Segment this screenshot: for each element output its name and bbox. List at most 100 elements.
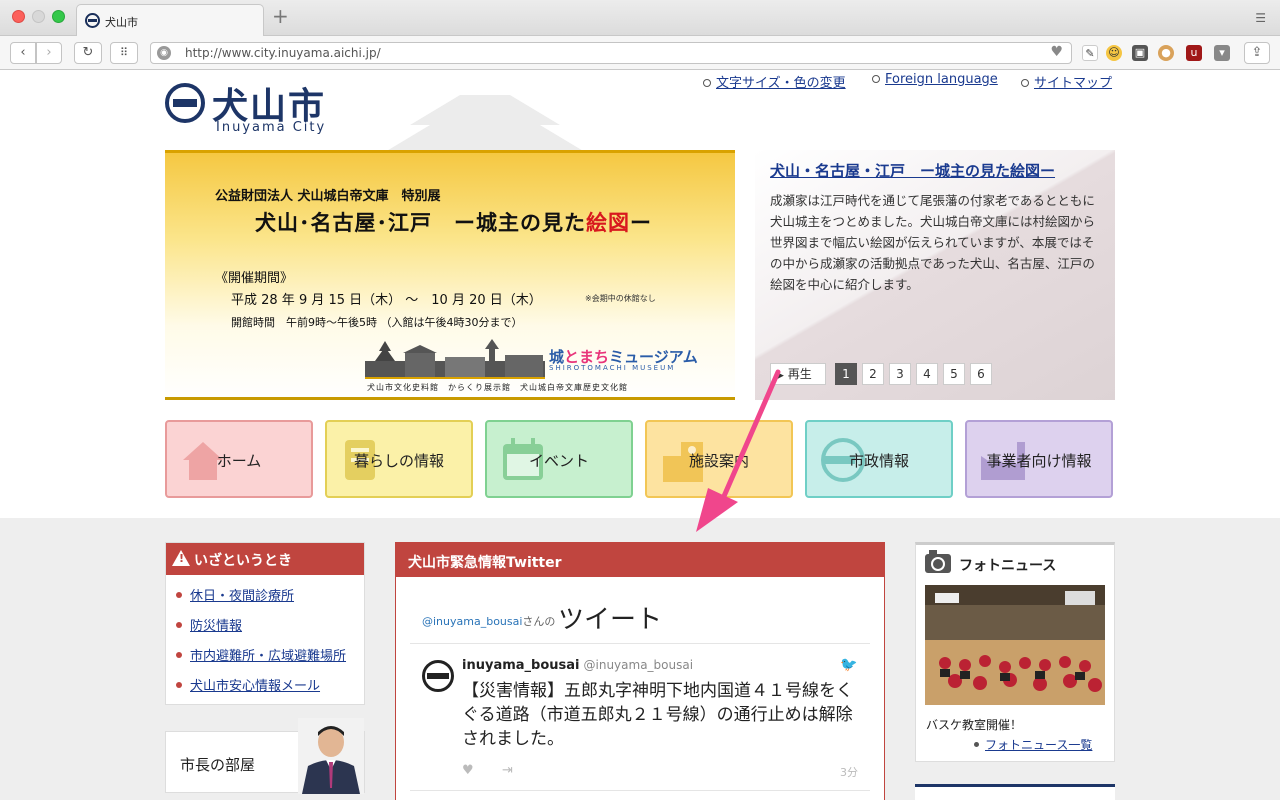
slide-page-3[interactable]: 3	[889, 363, 911, 385]
banner-title: 犬山･名古屋･江戸 ー城主の見た絵図ー	[255, 211, 652, 235]
tweet-text: 【災害情報】五郎丸字神明下地内国道４１号線をくぐる道路（市道五郎丸２１号線）の通…	[462, 681, 853, 749]
slide-page-4[interactable]: 4	[916, 363, 938, 385]
nav-facility-button[interactable]: 施設案内	[645, 420, 793, 498]
mayor-photo	[298, 718, 364, 794]
bullet-icon	[974, 742, 979, 747]
new-tab-button[interactable]: +	[272, 6, 289, 26]
photo-news-title: フォトニュース	[959, 558, 1057, 574]
warning-icon	[172, 550, 190, 566]
nav-home-button[interactable]: ホーム	[165, 420, 313, 498]
tweet-author[interactable]: inuyama_bousai @inuyama_bousai	[462, 658, 693, 673]
link-bullet-icon	[1021, 79, 1029, 87]
nav-event-label: イベント	[528, 452, 589, 470]
bullet-icon	[176, 652, 182, 658]
next-panel	[915, 784, 1115, 800]
nav-life-info-button[interactable]: 暮らしの情報	[325, 420, 473, 498]
nav-business-button[interactable]: 事業者向け情報	[965, 420, 1113, 498]
photo-news-image[interactable]	[925, 585, 1105, 705]
mayor-room-link[interactable]: 市長の部屋	[165, 718, 365, 794]
nav-business-label: 事業者向け情報	[986, 452, 1092, 470]
museum-brand-roman: SHIROTOMACHI MUSEUM	[549, 364, 676, 372]
photo-news-list-link[interactable]: フォトニュース一覧	[974, 736, 1092, 753]
tab-overview-icon[interactable]: ☰	[1255, 11, 1266, 25]
share-icon[interactable]: ⇪	[1244, 42, 1270, 64]
nav-home-label: ホーム	[216, 452, 262, 470]
link-bullet-icon	[872, 75, 880, 83]
banner-organizer: 公益財団法人 犬山城白帝文庫 特別展	[215, 189, 441, 204]
nav-city-admin-button[interactable]: 市政情報	[805, 420, 953, 498]
extension-pocket-icon[interactable]: ▾	[1214, 45, 1230, 61]
feature-title-link[interactable]: 犬山・名古屋・江戸 ー城主の見た絵図ー	[770, 160, 1055, 181]
emergency-panel: いざというとき 休日・夜間診療所 防災情報 市内避難所・広域避難場所 犬山市安心…	[165, 542, 365, 705]
forward-button[interactable]: ›	[36, 42, 62, 64]
camera-icon	[925, 550, 951, 573]
emergency-title: いざというとき	[194, 553, 292, 569]
foreign-language-link[interactable]: Foreign language	[872, 72, 998, 87]
browser-titlebar: 犬山市 + ☰	[0, 0, 1280, 36]
emergency-link-mail[interactable]: 犬山市安心情報メール	[176, 675, 364, 694]
photo-caption: バスケ教室開催！	[926, 718, 1023, 732]
tweet-time[interactable]: 3分	[840, 764, 858, 780]
nav-event-button[interactable]: イベント	[485, 420, 633, 498]
banner-venues: 犬山市文化史料館 からくり展示館 犬山城白帝文庫歴史文化館	[367, 383, 628, 392]
bullet-icon	[176, 592, 182, 598]
close-window-button[interactable]	[12, 10, 25, 23]
bullet-icon	[176, 622, 182, 628]
tab-title: 犬山市	[105, 16, 138, 29]
slideshow-feature: 犬山・名古屋・江戸 ー城主の見た絵図ー 成瀬家は江戸時代を通じて尾張藩の付家老で…	[755, 150, 1115, 400]
emergency-link-clinic[interactable]: 休日・夜間診療所	[176, 585, 364, 604]
extension-ublock-icon[interactable]: u	[1186, 45, 1202, 61]
feature-description: 成瀬家は江戸時代を通じて尾張藩の付家老であるとともに犬山城主をつとめました。犬山…	[770, 193, 1096, 292]
site-logo-subtitle[interactable]: Inuyama City	[216, 120, 326, 135]
page-content: 犬山市 Inuyama City 文字サイズ・色の変更 Foreign lang…	[0, 71, 1280, 800]
zoom-window-button[interactable]	[52, 10, 65, 23]
museum-skyline-icon	[365, 339, 545, 379]
browser-tab[interactable]: 犬山市	[76, 4, 264, 36]
site-favicon-icon	[85, 13, 100, 28]
extension-pen-icon[interactable]: ✎	[1082, 45, 1098, 61]
banner-period: 平成 28 年 9 月 15 日（木） 〜 10 月 20 日（木）	[231, 293, 542, 308]
twitter-bird-icon[interactable]: 🐦	[840, 657, 857, 673]
address-bar[interactable]: ◉ http://www.city.inuyama.aichi.jp/ ♥	[150, 42, 1072, 64]
nav-facility-label: 施設案内	[688, 452, 749, 470]
url-text[interactable]: http://www.city.inuyama.aichi.jp/	[185, 46, 381, 60]
bullet-icon	[176, 682, 182, 688]
emergency-link-disaster[interactable]: 防災情報	[176, 615, 364, 634]
nav-city-admin-label: 市政情報	[848, 452, 909, 470]
nav-life-info-label: 暮らしの情報	[353, 452, 444, 470]
slideshow-play-button[interactable]: ▶ 再生	[770, 363, 826, 385]
sitemap-link[interactable]: サイトマップ	[1021, 72, 1112, 91]
globe-icon: ◉	[157, 46, 171, 60]
twitter-account-link[interactable]: @inuyama_bousaiさんの	[422, 613, 555, 629]
city-emblem-icon[interactable]	[165, 83, 205, 123]
favorite-heart-icon[interactable]: ♥	[1050, 44, 1063, 60]
mayor-room-label: 市長の部屋	[180, 756, 256, 774]
twitter-panel-title: 犬山市緊急情報Twitter	[396, 543, 884, 577]
share-tweet-icon[interactable]: ⇥	[502, 763, 513, 778]
slide-page-1[interactable]: 1	[835, 363, 857, 385]
like-icon[interactable]: ♥	[462, 763, 474, 778]
banner-period-label: 《開催期間》	[215, 271, 294, 286]
tweet-avatar[interactable]	[422, 660, 454, 692]
banner-divider	[165, 397, 735, 400]
font-color-settings-link[interactable]: 文字サイズ・色の変更	[703, 72, 846, 91]
photo-news-panel: フォトニュース バスケ教室開催！ フォトニュース一覧	[915, 542, 1115, 762]
slide-page-6[interactable]: 6	[970, 363, 992, 385]
banner-hours: 開館時間 午前9時〜午後5時 （入館は午後4時30分まで）	[231, 316, 523, 329]
extension-emoji-icon[interactable]: ☺	[1106, 45, 1122, 61]
slide-page-2[interactable]: 2	[862, 363, 884, 385]
minimize-window-button[interactable]	[32, 10, 45, 23]
emergency-header: いざというとき	[166, 543, 364, 575]
reload-button[interactable]: ↻	[74, 42, 102, 64]
slide-page-5[interactable]: 5	[943, 363, 965, 385]
extension-lock-icon[interactable]: ▣	[1132, 45, 1148, 61]
twitter-panel: 犬山市緊急情報Twitter @inuyama_bousaiさんの ツイート i…	[395, 542, 885, 800]
tweets-heading: ツイート	[558, 605, 663, 635]
top-sites-button[interactable]: ⠿	[110, 42, 138, 64]
extension-cookie-icon[interactable]: ●	[1158, 45, 1174, 61]
back-button[interactable]: ‹	[10, 42, 36, 64]
exhibition-banner[interactable]: 公益財団法人 犬山城白帝文庫 特別展 犬山･名古屋･江戸 ー城主の見た絵図ー 《…	[165, 150, 735, 400]
banner-note: ※会期中の休館なし	[585, 294, 656, 303]
play-icon: ▶	[777, 371, 784, 381]
emergency-link-shelter[interactable]: 市内避難所・広域避難場所	[176, 645, 364, 664]
